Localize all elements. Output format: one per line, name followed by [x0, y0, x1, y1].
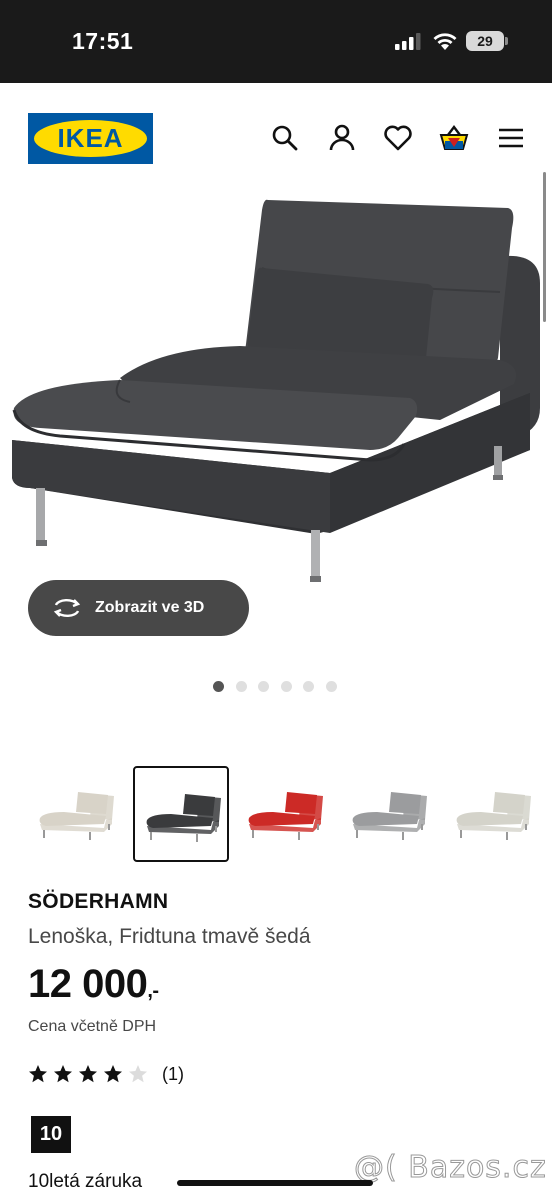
variant-thumbnails [0, 764, 552, 864]
product-price: 12 000,- [28, 962, 159, 1007]
watermark: @( Bazos.cz [354, 1150, 547, 1186]
product-description: Lenoška, Fridtuna tmavě šedá [28, 925, 311, 948]
heart-icon[interactable] [383, 123, 413, 153]
basket-icon[interactable] [439, 123, 469, 153]
variant-image [456, 792, 531, 840]
review-count[interactable]: (1) [162, 1064, 184, 1085]
carousel-dot[interactable] [303, 681, 314, 692]
status-time: 17:51 [72, 28, 134, 54]
status-bar: 17:51 29 [0, 0, 552, 83]
carousel-dot[interactable] [258, 681, 269, 692]
product-name: SÖDERHAMN [28, 890, 169, 913]
warranty-badge: 10 [31, 1116, 71, 1153]
star-filled-icon [79, 1065, 97, 1083]
star-filled-icon [104, 1065, 122, 1083]
vat-note: Cena včetně DPH [28, 1018, 157, 1035]
carousel-dot[interactable] [325, 681, 337, 692]
menu-icon[interactable] [496, 123, 526, 153]
carousel-dot[interactable] [235, 681, 247, 692]
battery-icon: 29 [466, 31, 508, 51]
star-empty-icon [129, 1065, 147, 1083]
user-icon[interactable] [327, 123, 357, 153]
search-icon[interactable] [270, 123, 300, 153]
variant-thumbnail[interactable] [237, 766, 333, 862]
variant-image [146, 794, 221, 842]
variant-image [352, 792, 427, 840]
ikea-logo[interactable]: IKEA [28, 113, 153, 164]
variant-image [248, 792, 323, 840]
battery-level: 29 [466, 31, 504, 51]
wifi-icon [433, 33, 457, 50]
variant-image [39, 792, 114, 840]
logo-text: IKEA [57, 123, 124, 153]
variant-thumbnail[interactable] [341, 766, 437, 862]
star-filled-icon [29, 1065, 47, 1083]
carousel-dot[interactable] [213, 681, 224, 692]
home-indicator[interactable] [177, 1180, 373, 1186]
star-filled-icon [54, 1065, 72, 1083]
rotate-3d-icon [53, 599, 81, 617]
warranty-label[interactable]: 10letá záruka [28, 1171, 142, 1193]
variant-thumbnail[interactable] [445, 766, 541, 862]
carousel-dot[interactable] [280, 681, 292, 692]
price-suffix: ,- [147, 980, 159, 1002]
view-3d-label: Zobrazit ve 3D [95, 599, 205, 616]
variant-thumbnail[interactable] [133, 766, 229, 862]
signal-icon [395, 33, 421, 50]
view-3d-button[interactable]: Zobrazit ve 3D [28, 580, 249, 636]
site-header: IKEA [0, 83, 552, 188]
variant-thumbnail[interactable] [28, 766, 124, 862]
price-value: 12 000 [28, 962, 148, 1006]
